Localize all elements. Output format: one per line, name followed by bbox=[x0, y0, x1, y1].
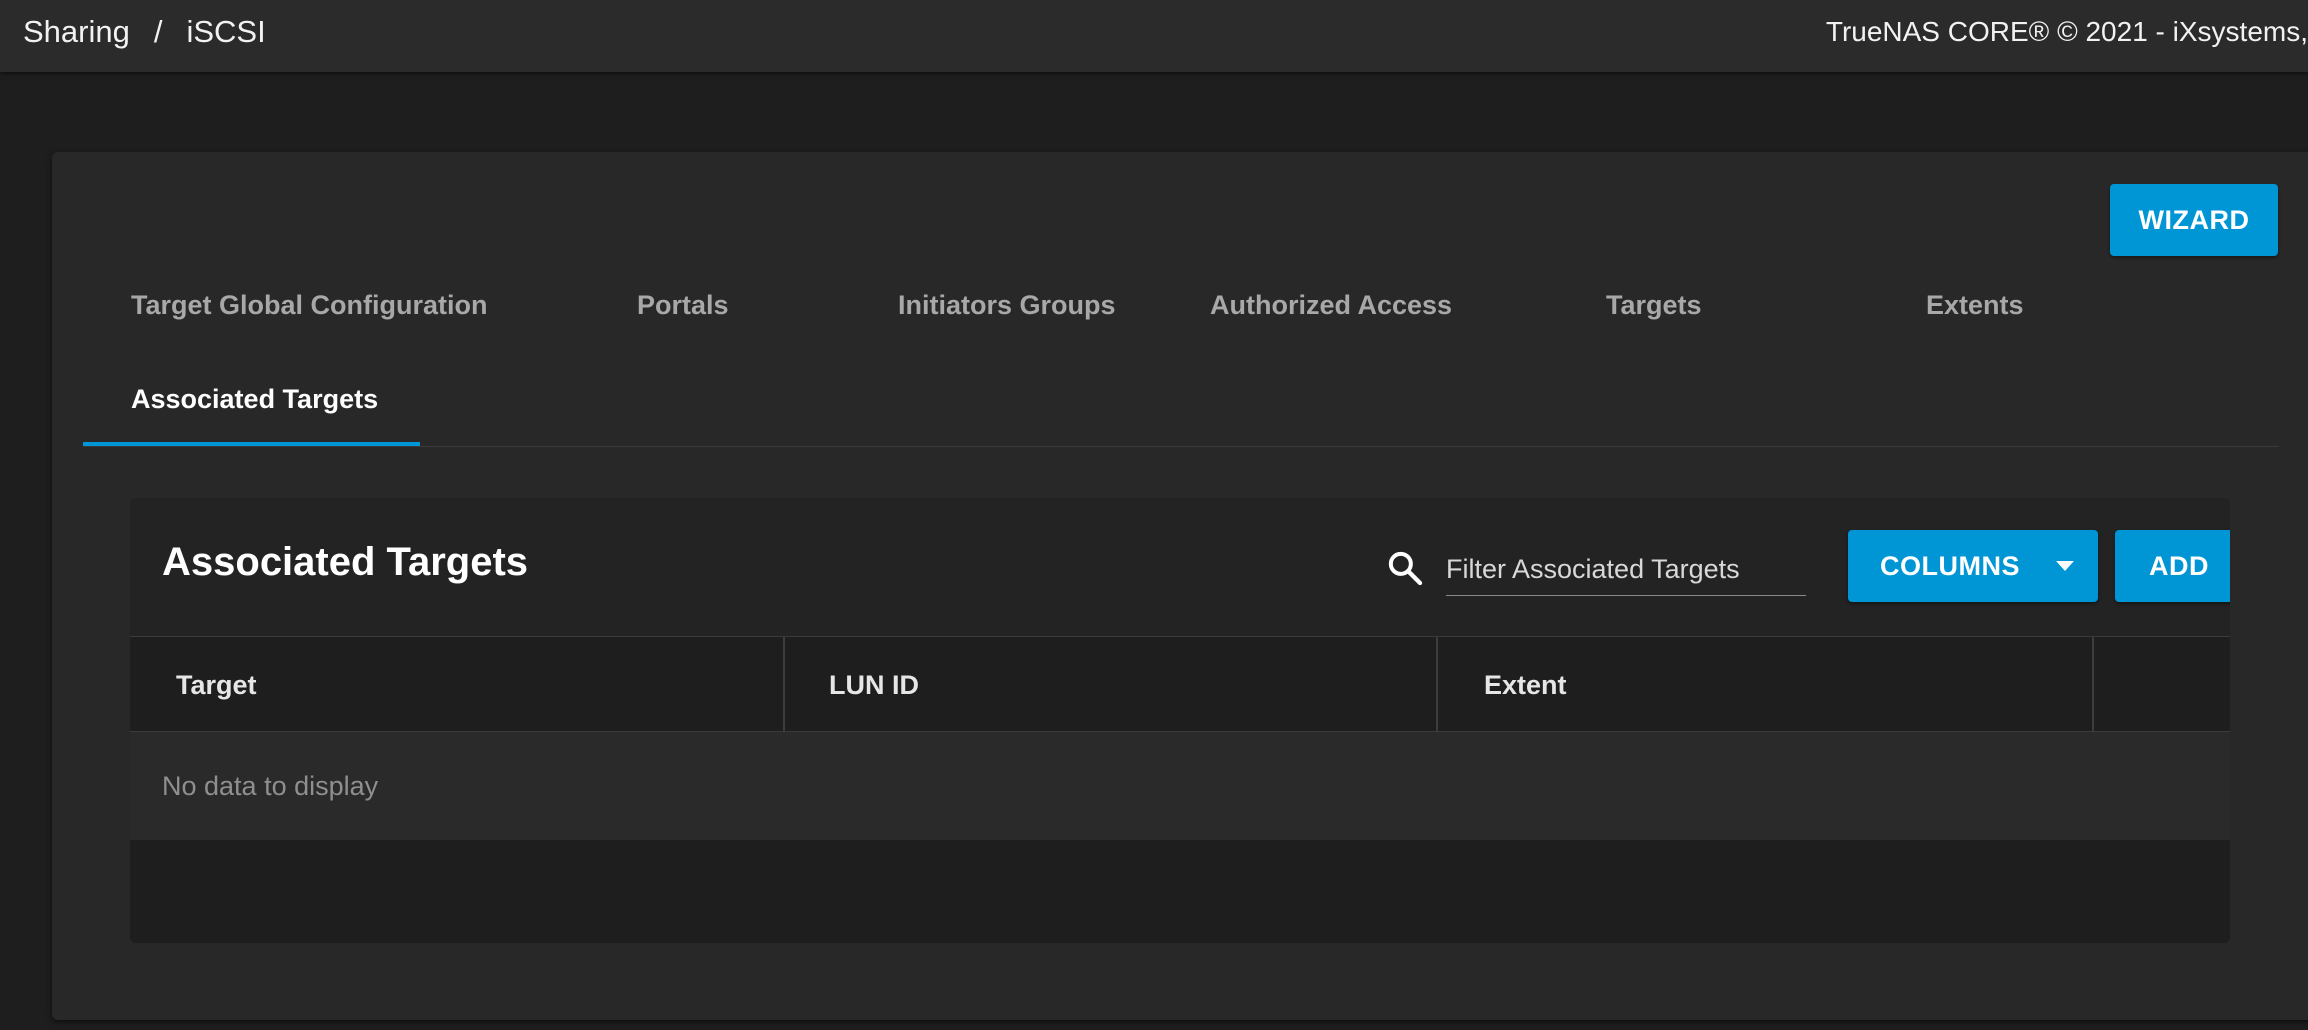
search-icon bbox=[1388, 551, 1423, 586]
tab-extents[interactable]: Extents bbox=[1926, 290, 2024, 321]
tab-associated-targets[interactable]: Associated Targets bbox=[131, 384, 378, 415]
wizard-button[interactable]: WIZARD bbox=[2110, 184, 2278, 256]
tab-authorized-access[interactable]: Authorized Access bbox=[1210, 290, 1452, 321]
associated-targets-table-card: Associated Targets COLUMNS ADD Target LU… bbox=[130, 498, 2230, 943]
table-toolbar: Associated Targets COLUMNS ADD bbox=[130, 498, 2230, 636]
columns-button[interactable]: COLUMNS bbox=[1848, 530, 2098, 602]
empty-table-row: No data to display bbox=[130, 732, 2230, 840]
column-header-target[interactable]: Target bbox=[176, 637, 257, 733]
breadcrumb: Sharing / iSCSI bbox=[23, 14, 266, 50]
breadcrumb-separator: / bbox=[153, 14, 163, 49]
breadcrumb-sharing[interactable]: Sharing bbox=[23, 14, 130, 50]
empty-message: No data to display bbox=[162, 770, 379, 801]
copyright-text[interactable]: TrueNAS CORE® © 2021 - iXsystems, bbox=[1826, 16, 2308, 48]
columns-button-label: COLUMNS bbox=[1880, 550, 2020, 581]
column-resize-handle[interactable] bbox=[783, 637, 785, 733]
tab-divider bbox=[83, 446, 2279, 447]
breadcrumb-iscsi: iSCSI bbox=[186, 14, 266, 49]
column-resize-handle[interactable] bbox=[1436, 637, 1438, 733]
tab-portals[interactable]: Portals bbox=[637, 290, 729, 321]
iscsi-card: WIZARD Target Global Configuration Porta… bbox=[52, 152, 2308, 1020]
filter-associated-targets-input[interactable] bbox=[1446, 544, 1806, 596]
tab-initiators-groups[interactable]: Initiators Groups bbox=[898, 290, 1116, 321]
table-footer bbox=[130, 840, 2230, 943]
column-header-lun-id[interactable]: LUN ID bbox=[829, 637, 919, 733]
top-bar: Sharing / iSCSI TrueNAS CORE® © 2021 - i… bbox=[0, 0, 2308, 72]
column-header-extent[interactable]: Extent bbox=[1484, 637, 1567, 733]
column-resize-handle[interactable] bbox=[2092, 637, 2094, 733]
table-title: Associated Targets bbox=[162, 540, 529, 584]
tab-targets[interactable]: Targets bbox=[1606, 290, 1702, 321]
chevron-down-icon bbox=[2056, 561, 2074, 571]
tab-target-global-configuration[interactable]: Target Global Configuration bbox=[131, 290, 487, 321]
add-button[interactable]: ADD bbox=[2115, 530, 2230, 602]
table-header-row: Target LUN ID Extent bbox=[130, 636, 2230, 733]
